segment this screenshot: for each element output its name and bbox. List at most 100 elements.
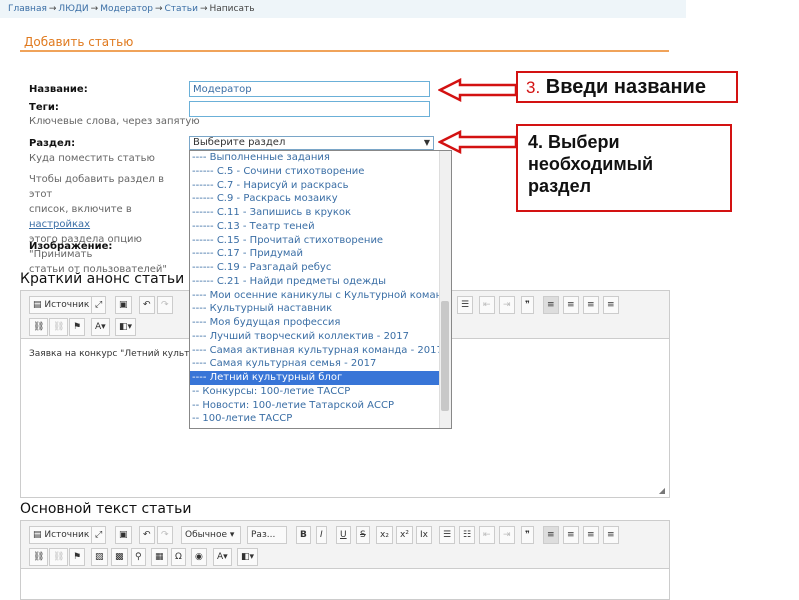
indent-icon[interactable]: ⇥: [499, 296, 515, 314]
main-toolbar: ▤ Источник ⤢ ▣ ↶ ↷ Обычное ▾ Раз... B I …: [21, 521, 669, 569]
unlink-icon[interactable]: ⛓: [49, 548, 69, 566]
dropdown-option[interactable]: ---- Самая культурная семья - 2017: [190, 357, 451, 371]
breadcrumb-people[interactable]: ЛЮДИ: [58, 4, 88, 14]
dropdown-option[interactable]: ---- Выполненные задания: [190, 151, 451, 165]
settings-link[interactable]: настройках: [29, 219, 90, 230]
maximize-icon[interactable]: ⤢: [91, 526, 107, 544]
blockquote-icon[interactable]: ❞: [521, 296, 534, 314]
name-input[interactable]: [189, 81, 430, 97]
anchor-flag-icon[interactable]: ⚑: [69, 548, 86, 566]
bg-color-icon[interactable]: ◧▾: [237, 548, 259, 566]
dropdown-option[interactable]: ---- Мои осенние каникулы с Культурной к…: [190, 289, 451, 303]
paste-icon[interactable]: ▣: [115, 296, 132, 314]
dropdown-option[interactable]: ---- Летний культурный блог: [190, 371, 451, 385]
anchor-flag-icon[interactable]: ⚑: [69, 318, 86, 336]
annotation-step3: 3. Введи название: [516, 71, 738, 103]
superscript-icon[interactable]: x²: [396, 526, 413, 544]
map-pin-icon[interactable]: ⚲: [131, 548, 146, 566]
underline-icon[interactable]: U: [336, 526, 351, 544]
dropdown-option[interactable]: ------ С.13 - Театр теней: [190, 220, 451, 234]
dropdown-option[interactable]: ------ С.9 - Раскрась мозаику: [190, 192, 451, 206]
section-select[interactable]: Выберите раздел ▼: [189, 136, 434, 150]
dropdown-option[interactable]: ------ С.5 - Сочини стихотворение: [190, 165, 451, 179]
indent-icon[interactable]: ⇥: [499, 526, 515, 544]
clear-format-icon[interactable]: Ix: [416, 526, 432, 544]
dropdown-option[interactable]: ------ С.15 - Прочитай стихотворение: [190, 234, 451, 248]
italic-icon[interactable]: I: [316, 526, 327, 544]
dropdown-option[interactable]: -- 100-летие ТАССР: [190, 412, 451, 426]
align-justify-icon[interactable]: ≡: [603, 526, 619, 544]
breadcrumb-separator: →: [48, 4, 57, 14]
maximize-icon[interactable]: ⤢: [91, 296, 107, 314]
align-center-icon[interactable]: ≡: [563, 296, 579, 314]
source-label: Источник: [44, 530, 90, 540]
format-select[interactable]: Обычное ▾: [181, 526, 241, 544]
size-select[interactable]: Раз...: [247, 526, 287, 544]
image-icon[interactable]: ▨: [91, 548, 108, 566]
numbered-list-icon[interactable]: ☰: [439, 526, 456, 544]
section-dropdown[interactable]: ---- Выполненные задания ------ С.5 - Соч…: [189, 150, 452, 429]
text-color-icon[interactable]: A▾: [213, 548, 232, 566]
dropdown-option[interactable]: ------ С.21 - Найди предметы одежды: [190, 275, 451, 289]
undo-icon[interactable]: ↶: [139, 296, 155, 314]
dropdown-option[interactable]: ------ С.19 - Разгадай ребус: [190, 261, 451, 275]
blockquote-icon[interactable]: ❞: [521, 526, 534, 544]
dropdown-scrollbar[interactable]: [439, 151, 451, 428]
scrollbar-thumb[interactable]: [441, 301, 449, 411]
dropdown-option[interactable]: ------ С.7 - Нарисуй и раскрась: [190, 179, 451, 193]
numbered-list-icon[interactable]: ☰: [457, 296, 474, 314]
dropdown-option[interactable]: ---- Моя будущая профессия: [190, 316, 451, 330]
redo-icon[interactable]: ↷: [157, 296, 173, 314]
align-left-icon[interactable]: ≡: [543, 526, 559, 544]
link-icon[interactable]: ⛓: [29, 548, 49, 566]
dropdown-option[interactable]: ------ С.17 - Придумай: [190, 247, 451, 261]
dropdown-option[interactable]: -- Новости: 100-летие Татарской АССР: [190, 399, 451, 413]
bulleted-list-icon[interactable]: ☷: [459, 526, 476, 544]
breadcrumb-separator: →: [199, 4, 208, 14]
source-button[interactable]: ▤ Источник: [29, 526, 94, 544]
breadcrumb-moderator[interactable]: Модератор: [100, 4, 153, 14]
special-char-icon[interactable]: Ω: [171, 548, 186, 566]
outdent-icon[interactable]: ⇤: [479, 296, 495, 314]
align-center-icon[interactable]: ≡: [563, 526, 579, 544]
page-title: Добавить статью: [24, 35, 134, 49]
dropdown-option[interactable]: -- Конкурсы: 100-летие ТАССР: [190, 385, 451, 399]
main-heading: Основной текст статьи: [20, 501, 192, 517]
dropdown-options: ---- Выполненные задания ------ С.5 - Соч…: [190, 151, 451, 426]
breadcrumb-articles[interactable]: Статьи: [165, 4, 198, 14]
align-right-icon[interactable]: ≡: [583, 296, 599, 314]
dropdown-option[interactable]: ---- Культурный наставник: [190, 302, 451, 316]
arrow-left-icon: [438, 130, 518, 154]
paste-icon[interactable]: ▣: [115, 526, 132, 544]
section-label: Раздел:: [29, 138, 76, 149]
chevron-down-icon: ▼: [423, 138, 430, 147]
dropdown-option[interactable]: ---- Самая активная культурная команда -…: [190, 344, 451, 358]
dropdown-option[interactable]: ------ С.11 - Запишись в крукок: [190, 206, 451, 220]
breadcrumb-separator: →: [90, 4, 99, 14]
subscript-icon[interactable]: x₂: [376, 526, 393, 544]
image-label: Изображение:: [29, 241, 113, 252]
text-color-icon[interactable]: A▾: [91, 318, 110, 336]
tags-input[interactable]: [189, 101, 430, 117]
tags-hint: Ключевые слова, через запятую: [29, 116, 200, 127]
align-left-icon[interactable]: ≡: [543, 296, 559, 314]
dropdown-option[interactable]: ---- Лучший творческий коллектив - 2017: [190, 330, 451, 344]
redo-icon[interactable]: ↷: [157, 526, 173, 544]
align-right-icon[interactable]: ≡: [583, 526, 599, 544]
breadcrumb-home[interactable]: Главная: [8, 4, 47, 14]
bold-icon[interactable]: B: [296, 526, 311, 544]
link-icon[interactable]: ⛓: [29, 318, 49, 336]
source-button[interactable]: ▤ Источник: [29, 296, 94, 314]
main-editor[interactable]: ▤ Источник ⤢ ▣ ↶ ↷ Обычное ▾ Раз... B I …: [20, 520, 670, 600]
flash-icon[interactable]: ▩: [111, 548, 128, 566]
breadcrumb-separator: →: [154, 4, 163, 14]
align-justify-icon[interactable]: ≡: [603, 296, 619, 314]
table-icon[interactable]: ▦: [151, 548, 168, 566]
strike-icon[interactable]: S: [356, 526, 370, 544]
undo-icon[interactable]: ↶: [139, 526, 155, 544]
outdent-icon[interactable]: ⇤: [479, 526, 495, 544]
resize-handle-icon[interactable]: ◢: [659, 486, 665, 495]
bg-color-icon[interactable]: ◧▾: [115, 318, 137, 336]
globe-icon[interactable]: ◉: [191, 548, 207, 566]
unlink-icon[interactable]: ⛓: [49, 318, 69, 336]
